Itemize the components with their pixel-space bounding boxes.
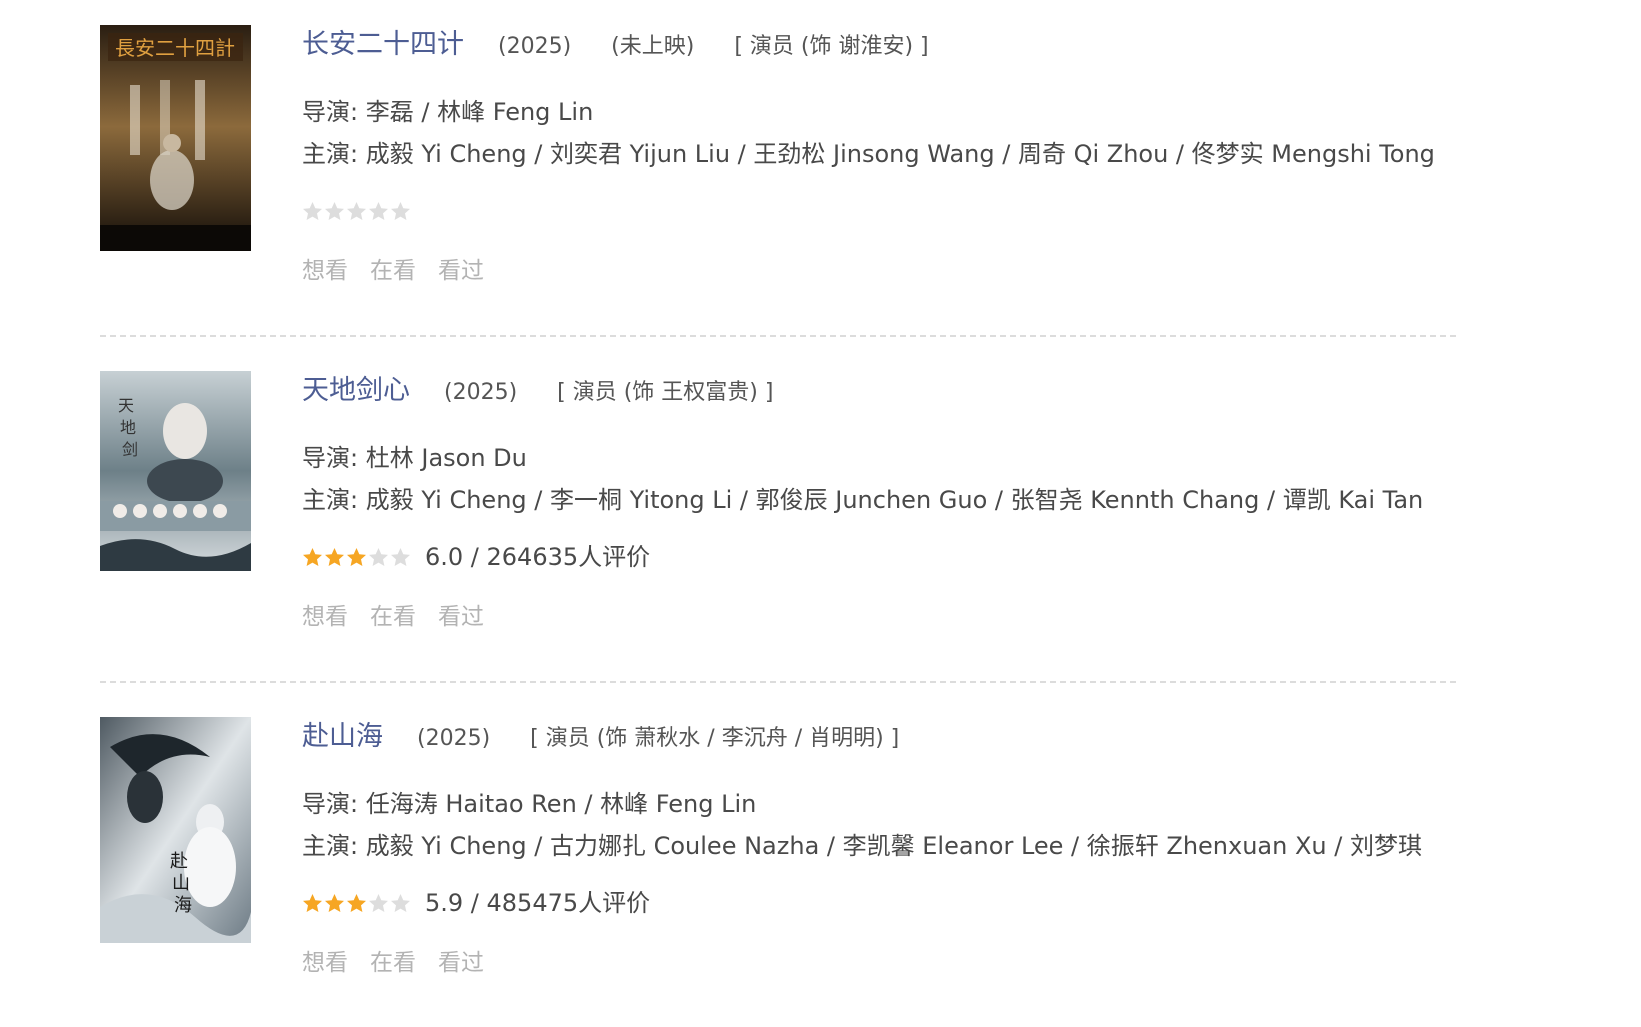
poster-image[interactable]: 長安二十四計 xyxy=(100,25,251,251)
item-info: 赴山海 (2025) [ 演员 (饰 萧秋水 / 李沉舟 / 肖明明) ] 导演: … xyxy=(302,717,1462,977)
role-label: [ 演员 (饰 谢淮安) ] xyxy=(734,34,929,59)
cast-label: 主演: xyxy=(302,832,359,860)
svg-text:赴: 赴 xyxy=(170,851,188,872)
star-empty-icon xyxy=(391,201,410,220)
cast-names: 成毅 Yi Cheng / 古力娜扎 Coulee Nazha / 李凯馨 El… xyxy=(365,832,1422,860)
action-links: 想看 在看 看过 xyxy=(302,597,1462,631)
watched-link[interactable]: 看过 xyxy=(438,258,484,284)
title-row: 天地剑心 (2025) [ 演员 (饰 王权富贵) ] xyxy=(302,371,1462,411)
item-info: 长安二十四计 (2025) (未上映) [ 演员 (饰 谢淮安) ] 导演: 李磊 /… xyxy=(302,25,1462,285)
director-line: 导演: 杜林 Jason Du xyxy=(302,437,1462,479)
star-filled-icon xyxy=(325,893,344,912)
release-status: (未上映) xyxy=(611,34,695,59)
works-list: 長安二十四計 长安二十四计 (2025) (未上映) [ 演员 (饰 谢淮安) ] 导… xyxy=(100,25,1456,1027)
rating-row: 6.0 / 264635人评价 xyxy=(302,539,1462,575)
cast-names: 成毅 Yi Cheng / 刘奕君 Yijun Liu / 王劲松 Jinson… xyxy=(365,140,1435,168)
star-filled-icon xyxy=(303,547,322,566)
star-empty-icon xyxy=(369,893,388,912)
svg-text:山: 山 xyxy=(172,873,190,894)
item-info: 天地剑心 (2025) [ 演员 (饰 王权富贵) ] 导演: 杜林 Jason D… xyxy=(302,371,1462,631)
cast-names: 成毅 Yi Cheng / 李一桐 Yitong Li / 郭俊辰 Junche… xyxy=(365,486,1424,514)
svg-text:剑: 剑 xyxy=(122,440,138,459)
year: (2025) xyxy=(417,726,491,751)
rating-row: 5.9 / 485475人评价 xyxy=(302,885,1462,921)
star-empty-icon xyxy=(303,201,322,220)
title-row: 长安二十四计 (2025) (未上映) [ 演员 (饰 谢淮安) ] xyxy=(302,25,1462,65)
rating-stars xyxy=(302,201,411,222)
item-title-link[interactable]: 天地剑心 xyxy=(302,375,410,406)
svg-text:地: 地 xyxy=(120,418,136,437)
svg-text:天: 天 xyxy=(118,396,134,415)
star-filled-icon xyxy=(303,893,322,912)
star-empty-icon xyxy=(325,201,344,220)
director-names: 杜林 Jason Du xyxy=(365,444,527,472)
star-empty-icon xyxy=(391,547,410,566)
want-to-watch-link[interactable]: 想看 xyxy=(302,604,348,630)
list-item: 長安二十四計 长安二十四计 (2025) (未上映) [ 演员 (饰 谢淮安) ] 导… xyxy=(100,25,1456,337)
star-filled-icon xyxy=(347,547,366,566)
director-names: 李磊 / 林峰 Feng Lin xyxy=(365,98,594,126)
director-label: 导演: xyxy=(302,98,359,126)
svg-text:海: 海 xyxy=(174,895,192,916)
role-label: [ 演员 (饰 王权富贵) ] xyxy=(557,380,774,405)
item-title-link[interactable]: 长安二十四计 xyxy=(302,29,464,60)
director-label: 导演: xyxy=(302,444,359,472)
star-empty-icon xyxy=(347,201,366,220)
rating-stars xyxy=(302,547,411,568)
title-row: 赴山海 (2025) [ 演员 (饰 萧秋水 / 李沉舟 / 肖明明) ] xyxy=(302,717,1462,757)
star-filled-icon xyxy=(347,893,366,912)
rating-stars xyxy=(302,893,411,914)
star-empty-icon xyxy=(369,201,388,220)
cast-line: 主演: 成毅 Yi Cheng / 刘奕君 Yijun Liu / 王劲松 Ji… xyxy=(302,133,1462,175)
item-title-link[interactable]: 赴山海 xyxy=(302,721,383,752)
role-label: [ 演员 (饰 萧秋水 / 李沉舟 / 肖明明) ] xyxy=(530,726,900,751)
watched-link[interactable]: 看过 xyxy=(438,950,484,976)
watching-link[interactable]: 在看 xyxy=(370,258,416,284)
director-label: 导演: xyxy=(302,790,359,818)
list-item: 赴 山 海 赴山海 (2025) [ 演员 (饰 萧秋水 / 李沉舟 / 肖明明) … xyxy=(100,717,1456,1027)
star-empty-icon xyxy=(391,893,410,912)
want-to-watch-link[interactable]: 想看 xyxy=(302,950,348,976)
action-links: 想看 在看 看过 xyxy=(302,251,1462,285)
director-line: 导演: 任海涛 Haitao Ren / 林峰 Feng Lin xyxy=(302,783,1462,825)
cast-label: 主演: xyxy=(302,486,359,514)
cast-line: 主演: 成毅 Yi Cheng / 古力娜扎 Coulee Nazha / 李凯… xyxy=(302,825,1462,867)
poster-image[interactable]: 赴 山 海 xyxy=(100,717,251,943)
watched-link[interactable]: 看过 xyxy=(438,604,484,630)
svg-text:長安二十四計: 長安二十四計 xyxy=(115,36,235,60)
star-filled-icon xyxy=(325,547,344,566)
want-to-watch-link[interactable]: 想看 xyxy=(302,258,348,284)
year: (2025) xyxy=(498,34,572,59)
rating-text: 6.0 / 264635人评价 xyxy=(425,543,651,571)
list-item: 天 地 剑 天地剑心 (2025) [ 演员 (饰 王权富贵) ] 导演: 杜林 J… xyxy=(100,371,1456,683)
cast-label: 主演: xyxy=(302,140,359,168)
star-empty-icon xyxy=(369,547,388,566)
action-links: 想看 在看 看过 xyxy=(302,943,1462,977)
watching-link[interactable]: 在看 xyxy=(370,604,416,630)
director-line: 导演: 李磊 / 林峰 Feng Lin xyxy=(302,91,1462,133)
rating-text: 5.9 / 485475人评价 xyxy=(425,889,651,917)
director-names: 任海涛 Haitao Ren / 林峰 Feng Lin xyxy=(365,790,757,818)
watching-link[interactable]: 在看 xyxy=(370,950,416,976)
poster-image[interactable]: 天 地 剑 xyxy=(100,371,251,571)
cast-line: 主演: 成毅 Yi Cheng / 李一桐 Yitong Li / 郭俊辰 Ju… xyxy=(302,479,1462,521)
rating-row xyxy=(302,193,1462,229)
year: (2025) xyxy=(444,380,518,405)
